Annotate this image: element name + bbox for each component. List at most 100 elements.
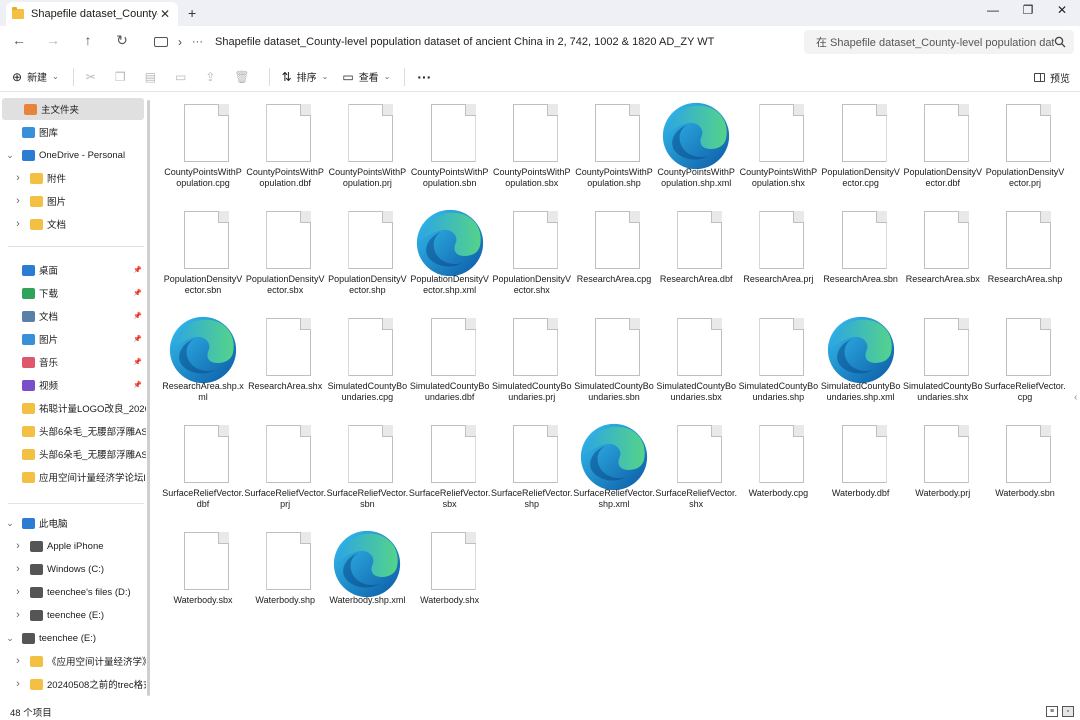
sidebar-item-quick-access[interactable]: 桌面 📌 [0,259,146,281]
large-icons-view-button[interactable]: ▫ [1062,706,1074,717]
sidebar-item-quick-access[interactable]: 文档 📌 [0,305,146,327]
file-item[interactable]: Waterbody.shx [409,524,491,628]
file-item[interactable]: CountyPointsWithPopulation.prj [326,96,408,200]
chevron-right-icon[interactable]: › [13,655,23,667]
new-tab-button[interactable]: + [188,5,196,21]
chevron-down-icon[interactable]: ⌄ [5,518,15,529]
file-item[interactable]: SimulatedCountyBoundaries.prj [491,310,573,414]
chevron-down-icon[interactable]: ⌄ [5,150,15,161]
forward-button[interactable]: → [42,32,64,52]
delete-button[interactable]: 🗑 [234,70,254,84]
chevron-right-icon[interactable]: › [13,540,23,552]
chevron-right-icon[interactable]: › [13,678,23,690]
file-item[interactable]: Waterbody.prj [902,417,984,521]
sidebar-item-onedrive-folder[interactable]: › 文档 [0,213,146,235]
file-item[interactable]: CountyPointsWithPopulation.cpg [162,96,244,200]
pin-icon[interactable]: 📌 [133,312,142,320]
sidebar-item-quick-access[interactable]: 下载 📌 [0,282,146,304]
file-item[interactable]: CountyPointsWithPopulation.shp [573,96,655,200]
file-item[interactable]: PopulationDensityVector.sbn [162,203,244,307]
file-item[interactable]: Waterbody.shp.xml [326,524,408,628]
breadcrumb-overflow-button[interactable]: ··· [192,36,203,48]
sidebar-item-quick-access[interactable]: 头部6朵毛_无腰部浮雕ASEF [0,420,146,442]
file-item[interactable]: ResearchArea.sbx [902,203,984,307]
chevron-right-icon[interactable]: › [13,563,23,575]
address-bar[interactable]: › ··· Shapefile dataset_County-level pop… [146,30,796,54]
cut-button[interactable]: ✂ [86,70,101,84]
file-item[interactable]: ResearchArea.prj [737,203,819,307]
pin-icon[interactable]: 📌 [133,266,142,274]
maximize-button[interactable]: ❐ [1013,3,1043,21]
copy-button[interactable]: ❐ [115,70,131,84]
file-item[interactable]: SurfaceReliefVector.shx [655,417,737,521]
view-button[interactable]: ▭ 查看 ⌄ [342,69,390,85]
pin-icon[interactable]: 📌 [133,335,142,343]
share-button[interactable]: ⇪ [205,70,220,84]
sidebar-item-quick-access[interactable]: 应用空间计量经济学论坛log [0,466,146,488]
file-item[interactable]: SurfaceReliefVector.cpg [984,310,1066,414]
pin-icon[interactable]: 📌 [133,381,142,389]
up-button[interactable]: ↑ [77,32,99,52]
sidebar-item-folder[interactable]: › 20240508之前的trec格式 [0,673,146,695]
sidebar-item-home[interactable]: 主文件夹 [2,98,144,120]
file-item[interactable]: PopulationDensityVector.dbf [902,96,984,200]
file-item[interactable]: SimulatedCountyBoundaries.sbn [573,310,655,414]
sort-button[interactable]: ⇅ 排序 ⌄ [282,69,329,85]
paste-button[interactable]: ▤ [145,70,161,84]
sidebar-item-quick-access[interactable]: 头部6朵毛_无腰部浮雕ASEF [0,443,146,465]
sidebar-item-onedrive-folder[interactable]: › 图片 [0,190,146,212]
sidebar-item-folder[interactable]: › 《应用空间计量经济学》教 [0,650,146,672]
minimize-button[interactable]: — [978,3,1008,21]
sidebar-item-this-pc[interactable]: ⌄ 此电脑 [0,512,146,534]
file-item[interactable]: PopulationDensityVector.prj [984,96,1066,200]
sidebar-item-drive[interactable]: › Apple iPhone [0,535,146,557]
file-item[interactable]: PopulationDensityVector.cpg [820,96,902,200]
file-item[interactable]: CountyPointsWithPopulation.sbx [491,96,573,200]
file-item[interactable]: ResearchArea.shx [244,310,326,414]
chevron-right-icon[interactable]: › [13,172,23,184]
file-item[interactable]: CountyPointsWithPopulation.shp.xml [655,96,737,200]
chevron-right-icon[interactable]: › [13,586,23,598]
new-button[interactable]: ⊕ 新建 ⌄ [12,69,59,85]
file-item[interactable]: ResearchArea.dbf [655,203,737,307]
sidebar-item-quick-access[interactable]: 祐聪计量LOGO改良_20260 [0,397,146,419]
file-item[interactable]: PopulationDensityVector.sbx [244,203,326,307]
file-item[interactable]: SimulatedCountyBoundaries.shp.xml [820,310,902,414]
refresh-button[interactable]: ↻ [111,32,133,52]
sidebar-item-drive[interactable]: › Windows (C:) [0,558,146,580]
file-item[interactable]: PopulationDensityVector.shp.xml [409,203,491,307]
tab-close-icon[interactable]: ✕ [158,7,172,21]
sidebar-item-quick-access[interactable]: 音乐 📌 [0,351,146,373]
file-item[interactable]: SurfaceReliefVector.shp.xml [573,417,655,521]
sidebar-item-onedrive-folder[interactable]: › 附件 [0,167,146,189]
file-item[interactable]: SimulatedCountyBoundaries.dbf [409,310,491,414]
file-item[interactable]: SurfaceReliefVector.shp [491,417,573,521]
file-item[interactable]: Waterbody.sbn [984,417,1066,521]
file-item[interactable]: SimulatedCountyBoundaries.cpg [326,310,408,414]
breadcrumb-current[interactable]: Shapefile dataset_County-level populatio… [215,36,714,48]
file-item[interactable]: SurfaceReliefVector.prj [244,417,326,521]
file-item[interactable]: ResearchArea.sbn [820,203,902,307]
file-item[interactable]: SurfaceReliefVector.sbn [326,417,408,521]
sidebar-scrollbar[interactable] [147,100,150,696]
sidebar-item-drive[interactable]: › teenchee's files (D:) [0,581,146,603]
chevron-down-icon[interactable]: ⌄ [5,633,15,644]
file-item[interactable]: Waterbody.sbx [162,524,244,628]
file-item[interactable]: SurfaceReliefVector.dbf [162,417,244,521]
search-input[interactable]: 在 Shapefile dataset_County-level populat… [804,30,1074,54]
sidebar-item-drive[interactable]: › teenchee (E:) [0,604,146,626]
file-item[interactable]: Waterbody.cpg [737,417,819,521]
chevron-right-icon[interactable]: › [13,609,23,621]
file-item[interactable]: Waterbody.dbf [820,417,902,521]
file-item[interactable]: PopulationDensityVector.shp [326,203,408,307]
back-button[interactable]: ← [8,32,30,52]
file-item[interactable]: ResearchArea.shp [984,203,1066,307]
file-item[interactable]: CountyPointsWithPopulation.sbn [409,96,491,200]
file-item[interactable]: ResearchArea.shp.xml [162,310,244,414]
pin-icon[interactable]: 📌 [133,289,142,297]
file-item[interactable]: SimulatedCountyBoundaries.sbx [655,310,737,414]
file-item[interactable]: ResearchArea.cpg [573,203,655,307]
sidebar-item-gallery[interactable]: 图库 [0,121,146,143]
pin-icon[interactable]: 📌 [133,358,142,366]
sidebar-item-quick-access[interactable]: 图片 📌 [0,328,146,350]
